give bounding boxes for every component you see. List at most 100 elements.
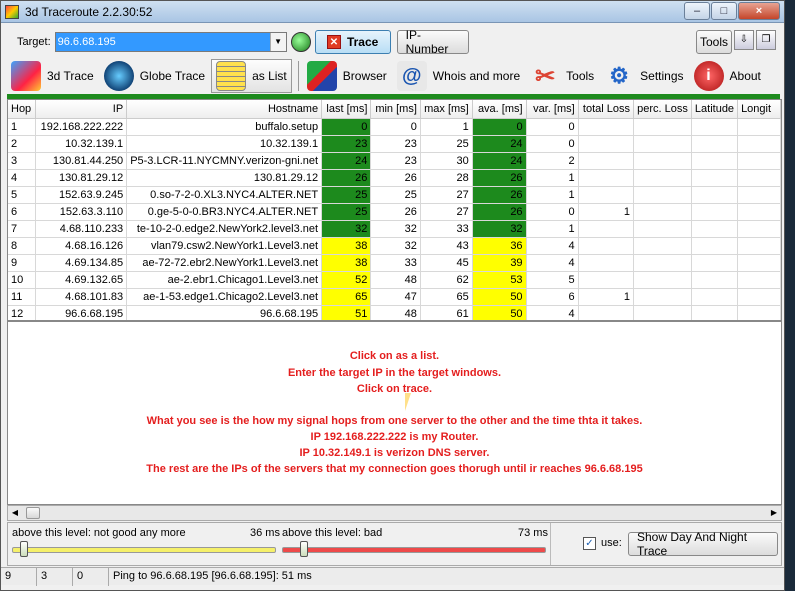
bad-threshold-value: 73 ms — [518, 527, 548, 539]
scroll-left-icon[interactable]: ◀ — [8, 506, 22, 520]
table-row[interactable]: 6 152.63.3.110 0.ge-5-0-0.BR3.NYC4.ALTER.N… — [8, 203, 781, 221]
table-cell-ava: 24 — [472, 135, 527, 153]
table-cell-var: 0 — [526, 118, 579, 136]
hop-table[interactable]: Hop IP Hostname last [ms] min [ms] max [… — [7, 99, 782, 321]
table-cell-ava: 26 — [472, 169, 527, 187]
table-cell-pct — [633, 186, 692, 204]
gears-icon: ⚙ — [609, 63, 630, 88]
table-cell-ip: 130.81.44.250 — [35, 152, 128, 170]
table-row[interactable]: 4 130.81.29.12 130.81.29.12 26 26 28 26 1 — [8, 169, 781, 187]
table-row[interactable]: 3 130.81.44.250 P5-3.LCR-11.NYCMNY.verizon… — [8, 152, 781, 170]
tools-button[interactable]: Tools — [696, 30, 732, 54]
good-threshold-slider[interactable] — [12, 547, 276, 553]
horizontal-scrollbar[interactable]: ◀ ▶ — [7, 505, 782, 521]
table-cell-pct — [633, 152, 692, 170]
column-header[interactable]: perc. Loss — [633, 100, 692, 119]
table-cell-lat — [691, 237, 739, 255]
3d-trace-icon — [11, 61, 41, 91]
good-threshold-value: 36 ms — [250, 527, 280, 539]
table-cell-lat — [691, 220, 739, 238]
table-row[interactable]: 1 192.168.222.222 buffalo.setup 0 0 1 0 0 — [8, 118, 781, 136]
tab-as-list[interactable]: as List — [211, 59, 292, 93]
windows-icon[interactable]: ❐ — [756, 30, 776, 50]
target-row: Target: ▼ ✕ Trace IP-Number Tools ⇩ ❐ — [7, 28, 778, 56]
tab-3d-trace[interactable]: 3d Trace — [7, 59, 98, 93]
tab-settings[interactable]: ⚙ Settings — [600, 59, 687, 93]
tab-label: as List — [252, 69, 287, 83]
table-cell-lon — [737, 237, 781, 255]
use-checkbox[interactable]: ✓ — [583, 537, 596, 550]
trace-button[interactable]: ✕ Trace — [314, 30, 391, 54]
column-header[interactable]: Latitude — [691, 100, 739, 119]
ip-number-button[interactable]: IP-Number — [396, 28, 469, 56]
divider — [550, 523, 551, 565]
tab-whois[interactable]: @ Whois and more — [393, 59, 524, 93]
table-row[interactable]: 12 96.6.68.195 96.6.68.195 51 48 61 50 4 — [8, 305, 781, 320]
column-header[interactable]: min [ms] — [370, 100, 421, 119]
target-combobox[interactable]: ▼ — [54, 32, 287, 52]
table-cell-hop: 8 — [8, 237, 37, 255]
chevron-down-icon[interactable]: ▼ — [269, 33, 286, 51]
table-cell-hop: 2 — [8, 135, 37, 153]
table-row[interactable]: 11 4.68.101.83 ae-1-53.edge1.Chicago2.Leve… — [8, 288, 781, 306]
tab-label: 3d Trace — [47, 69, 94, 83]
table-cell-loss — [578, 220, 635, 238]
table-row[interactable]: 8 4.68.16.126 vlan79.csw2.NewYork1.Level3.… — [8, 237, 781, 255]
table-cell-ava: 39 — [472, 254, 527, 272]
tab-about[interactable]: i About — [690, 59, 765, 93]
table-row[interactable]: 5 152.63.9.245 0.so-7-2-0.XL3.NYC4.ALTER.N… — [8, 186, 781, 204]
info-line: IP 192.168.222.222 is my Router. — [310, 431, 479, 443]
good-threshold-knob[interactable] — [20, 541, 28, 557]
table-cell-lon — [737, 220, 781, 238]
scroll-right-icon[interactable]: ▶ — [767, 506, 781, 520]
table-cell-pct — [633, 254, 692, 272]
app-logo-icon — [5, 4, 19, 19]
target-input[interactable] — [55, 33, 270, 51]
table-cell-ip: 192.168.222.222 — [35, 118, 128, 136]
status-cell: 3 — [37, 568, 73, 586]
bad-threshold-slider[interactable] — [282, 547, 546, 553]
table-cell-loss — [578, 135, 635, 153]
table-cell-max: 33 — [420, 220, 473, 238]
column-header[interactable]: Hostname — [126, 100, 323, 119]
table-cell-ava: 32 — [472, 220, 527, 238]
info-line: What you see is the how my signal hops f… — [146, 415, 643, 427]
table-cell-lon — [737, 305, 781, 320]
bad-threshold-knob[interactable] — [300, 541, 308, 557]
table-row[interactable]: 7 4.68.110.233 te-10-2-0.edge2.NewYork2.le… — [8, 220, 781, 238]
table-cell-hop: 9 — [8, 254, 37, 272]
table-cell-host: ae-72-72.ebr2.NewYork1.Level3.net — [126, 254, 323, 272]
table-cell-min: 0 — [370, 118, 421, 136]
table-cell-hop: 5 — [8, 186, 37, 204]
table-row[interactable]: 10 4.69.132.65 ae-2.ebr1.Chicago1.Level3.n… — [8, 271, 781, 289]
column-header[interactable]: IP — [35, 100, 128, 119]
tab-globe-trace[interactable]: Globe Trace — [100, 59, 209, 93]
table-cell-ip: 10.32.139.1 — [35, 135, 128, 153]
tab-tools[interactable]: ✂ Tools — [526, 59, 598, 93]
close-button[interactable]: × — [738, 2, 780, 20]
tab-browser[interactable]: Browser — [303, 59, 391, 93]
table-cell-hop: 3 — [8, 152, 37, 170]
column-header[interactable]: max [ms] — [420, 100, 473, 119]
minimize-button[interactable]: – — [684, 2, 710, 20]
column-header[interactable]: ava. [ms] — [472, 100, 527, 119]
day-night-trace-button[interactable]: Show Day And Night Trace — [628, 530, 778, 558]
table-cell-var: 4 — [526, 305, 579, 320]
column-header[interactable]: total Loss — [578, 100, 635, 119]
column-header[interactable]: Longit — [737, 100, 781, 119]
table-cell-min: 26 — [370, 169, 421, 187]
table-cell-var: 2 — [526, 152, 579, 170]
table-cell-lat — [691, 288, 739, 306]
table-row[interactable]: 9 4.69.134.85 ae-72-72.ebr2.NewYork1.Level… — [8, 254, 781, 272]
table-row[interactable]: 2 10.32.139.1 10.32.139.1 23 23 25 24 0 — [8, 135, 781, 153]
scroll-thumb[interactable] — [26, 507, 40, 519]
main-toolbar: 3d Trace Globe Trace as List Browser @ W… — [7, 58, 780, 94]
export-icon[interactable]: ⇩ — [734, 30, 754, 50]
column-header[interactable]: var. [ms] — [526, 100, 579, 119]
go-icon[interactable] — [290, 32, 311, 52]
column-header[interactable]: last [ms] — [321, 100, 372, 119]
column-header[interactable]: Hop — [8, 100, 37, 119]
info-line: The rest are the IPs of the servers that… — [146, 463, 643, 475]
table-cell-lon — [737, 169, 781, 187]
maximize-button[interactable]: □ — [711, 2, 737, 20]
